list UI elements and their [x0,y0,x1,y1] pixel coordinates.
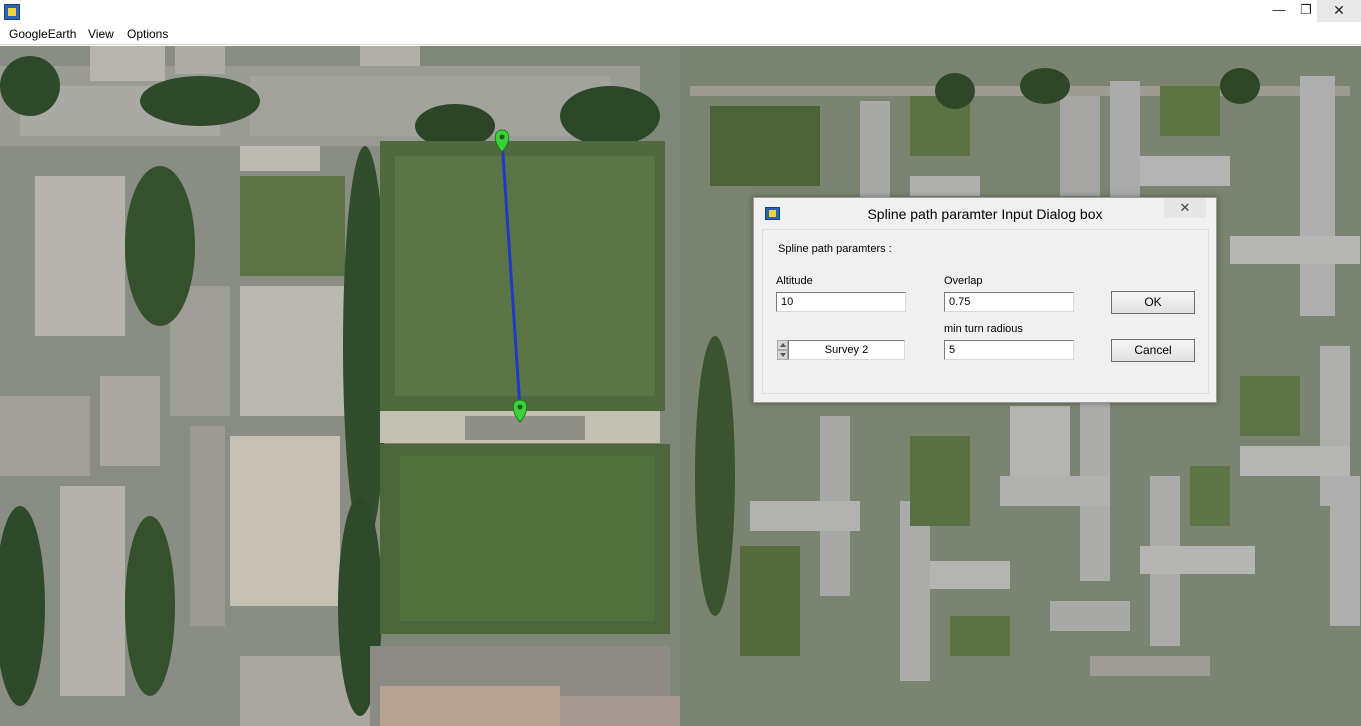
close-window-button[interactable]: ✕ [1317,0,1361,22]
ok-button[interactable]: OK [1111,291,1195,314]
dialog-close-button[interactable]: ✕ [1164,198,1206,218]
spinner-down-icon[interactable] [777,350,788,360]
min-turn-radius-label: min turn radious [944,323,1023,335]
window-titlebar: — ❐ ✕ [0,0,1361,24]
spline-path-dialog: Spline path paramter Input Dialog box ✕ … [753,197,1217,403]
menu-view[interactable]: View [88,27,114,41]
altitude-label: Altitude [776,275,813,287]
minimize-button[interactable]: — [1264,0,1294,22]
survey-ring-spinner[interactable] [777,340,788,360]
menu-bar: GoogleEarth View Options [0,24,1361,45]
cancel-button[interactable]: Cancel [1111,339,1195,362]
overlap-input[interactable] [944,292,1074,312]
spinner-up-icon[interactable] [777,340,788,350]
dialog-title: Spline path paramter Input Dialog box [867,206,1103,222]
dialog-body: Spline path paramters : Altitude Overlap… [762,229,1209,394]
overlap-label: Overlap [944,275,983,287]
dialog-titlebar: Spline path paramter Input Dialog box ✕ [754,198,1216,229]
survey-ring-field[interactable]: Survey 2 [788,340,905,360]
section-label: Spline path paramters : [778,243,892,255]
labview-app-icon [4,4,20,20]
altitude-input[interactable] [776,292,906,312]
menu-googleearth[interactable]: GoogleEarth [9,27,76,41]
menu-options[interactable]: Options [127,27,168,41]
min-turn-radius-input[interactable] [944,340,1074,360]
